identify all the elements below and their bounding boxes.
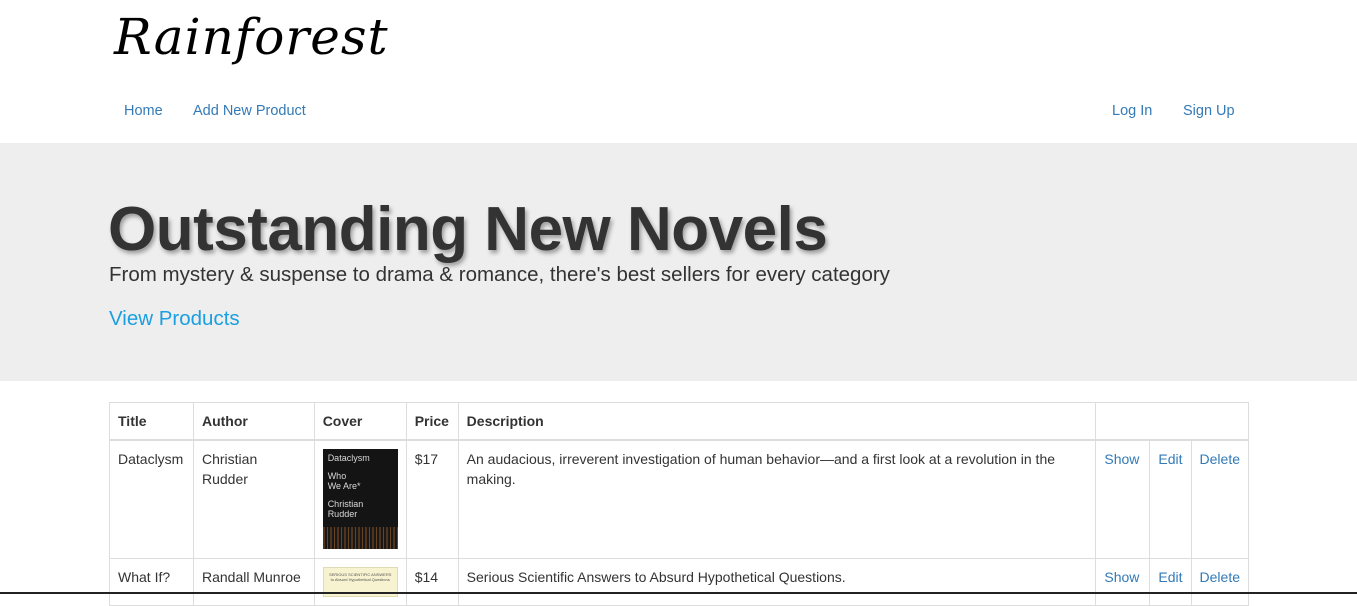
table-row: What If? Randall Munroe SERIOUS SCIENTIF… xyxy=(109,557,1250,606)
row-title: What If? xyxy=(109,557,194,606)
show-link[interactable]: Show xyxy=(1104,569,1139,585)
row-cover: SERIOUS SCIENTIFIC ANSWERS to Absurd Hyp… xyxy=(313,557,407,606)
nav-signup-link[interactable]: Sign Up xyxy=(1183,103,1235,119)
col-title-header: Title xyxy=(109,402,194,441)
row-author: Christian Rudder xyxy=(192,439,315,559)
col-author-header: Author xyxy=(192,402,315,441)
cover-text: Christian xyxy=(327,499,364,509)
delete-link[interactable]: Delete xyxy=(1200,451,1240,467)
row-price: $17 xyxy=(405,439,459,559)
col-price-header: Price xyxy=(405,402,459,441)
row-delete-cell: Delete xyxy=(1190,439,1250,559)
col-cover-header: Cover xyxy=(313,402,407,441)
row-show-cell: Show xyxy=(1095,557,1151,606)
row-edit-cell: Edit xyxy=(1149,557,1192,606)
top-navbar: Home Add New Product Log In Sign Up xyxy=(0,92,1357,132)
cover-text: Who xyxy=(327,471,347,481)
cover-decoration xyxy=(322,527,398,549)
brand-logo[interactable]: Rainforest xyxy=(114,2,389,72)
nav-add-product-link[interactable]: Add New Product xyxy=(193,103,306,119)
table-header-row: Title Author Cover Price Description xyxy=(109,402,1249,441)
row-cover: Dataclysm Who We Are* Christian Rudder xyxy=(313,439,407,559)
view-products-link[interactable]: View Products xyxy=(109,307,240,331)
row-delete-cell: Delete xyxy=(1190,557,1250,606)
edit-link[interactable]: Edit xyxy=(1158,569,1182,585)
hero-title: Outstanding New Novels xyxy=(108,195,828,264)
row-show-cell: Show xyxy=(1095,439,1151,559)
cover-text: Dataclysm xyxy=(327,453,370,463)
delete-link[interactable]: Delete xyxy=(1200,569,1240,585)
hero-subtitle: From mystery & suspense to drama & roman… xyxy=(109,263,890,286)
col-actions-header xyxy=(1095,402,1249,441)
row-author: Randall Munroe xyxy=(192,557,315,606)
row-price: $14 xyxy=(405,557,459,606)
nav-login-link[interactable]: Log In xyxy=(1112,103,1152,119)
book-cover-image[interactable]: Dataclysm Who We Are* Christian Rudder xyxy=(322,449,398,549)
row-edit-cell: Edit xyxy=(1149,439,1192,559)
cover-text: to Absurd Hypothetical Questions xyxy=(330,576,390,582)
products-table: Title Author Cover Price Description Dat… xyxy=(109,402,1250,606)
hero-banner: Outstanding New Novels From mystery & su… xyxy=(0,143,1357,381)
cover-text: SERIOUS SCIENTIFIC ANSWERS xyxy=(328,571,392,577)
row-description: An audacious, irreverent investigation o… xyxy=(457,439,1097,559)
show-link[interactable]: Show xyxy=(1104,451,1139,467)
row-title: Dataclysm xyxy=(109,439,194,559)
row-description: Serious Scientific Answers to Absurd Hyp… xyxy=(457,557,1097,606)
nav-home-link[interactable]: Home xyxy=(124,103,163,119)
cover-text: Rudder xyxy=(327,509,358,519)
cover-text: We Are* xyxy=(327,481,361,491)
edit-link[interactable]: Edit xyxy=(1158,451,1182,467)
col-description-header: Description xyxy=(457,402,1097,441)
table-row: Dataclysm Christian Rudder Dataclysm Who… xyxy=(109,439,1250,559)
